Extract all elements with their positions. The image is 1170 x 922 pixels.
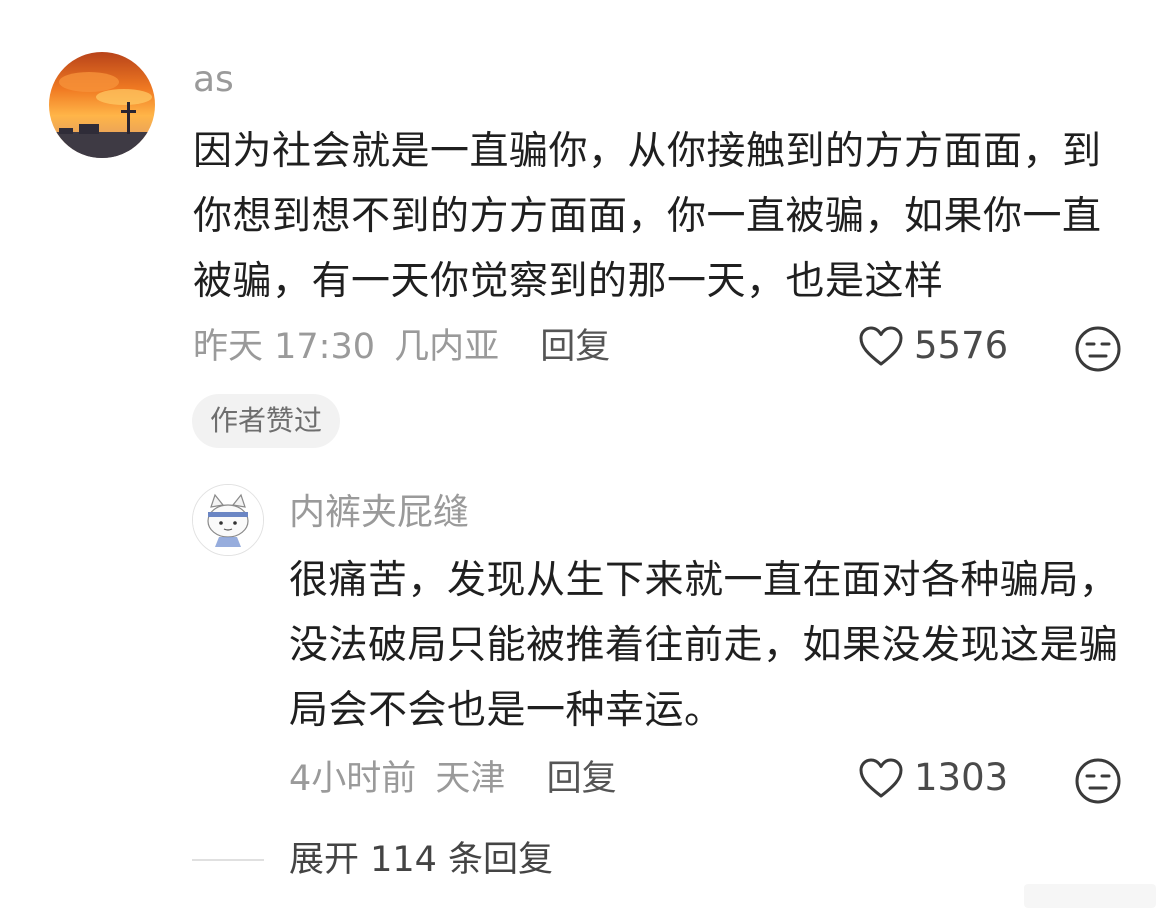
reply-dislike-button[interactable] [1074, 757, 1122, 809]
watermark-logo [1020, 878, 1160, 914]
like-button[interactable]: 5576 [858, 324, 1008, 367]
comment-text: 因为社会就是一直骗你，从你接触到的方方面面，到你想到想不到的方方面面，你一直被骗… [193, 129, 1102, 304]
reply-location: 天津 [435, 759, 506, 799]
meh-face-icon [1075, 326, 1121, 372]
reply-reply-button[interactable]: 回复 [547, 759, 617, 799]
username[interactable]: as [193, 58, 234, 102]
avatar[interactable] [49, 52, 155, 158]
reply-avatar[interactable] [192, 484, 264, 556]
expand-replies-button[interactable]: 展开 114 条回复 [289, 836, 553, 884]
like-count: 5576 [914, 324, 1009, 367]
reply-text: 很痛苦，发现从生下来就一直在面对各种骗局，没法破局只能被推着往前走，如果没发现这… [289, 558, 1119, 733]
meh-face-icon [1075, 758, 1121, 804]
reply-time: 4小时前 [289, 759, 417, 799]
expand-divider [192, 859, 264, 861]
author-liked-badge: 作者赞过 [192, 394, 341, 448]
heart-outline-icon [859, 326, 903, 365]
reply-meta: 4小时前 天津 回复 [289, 755, 617, 803]
heart-outline-icon [859, 758, 903, 797]
reply-like-count: 1303 [914, 756, 1009, 799]
comment-location: 几内亚 [394, 327, 500, 367]
comment-meta: 昨天 17:30 几内亚 回复 [193, 323, 610, 371]
comment-time: 昨天 17:30 [193, 327, 375, 367]
dislike-button[interactable] [1074, 325, 1122, 377]
reply-username[interactable]: 内裤夹屁缝 [289, 490, 469, 536]
reply-button[interactable]: 回复 [540, 327, 610, 367]
reply-like-button[interactable]: 1303 [858, 756, 1008, 799]
